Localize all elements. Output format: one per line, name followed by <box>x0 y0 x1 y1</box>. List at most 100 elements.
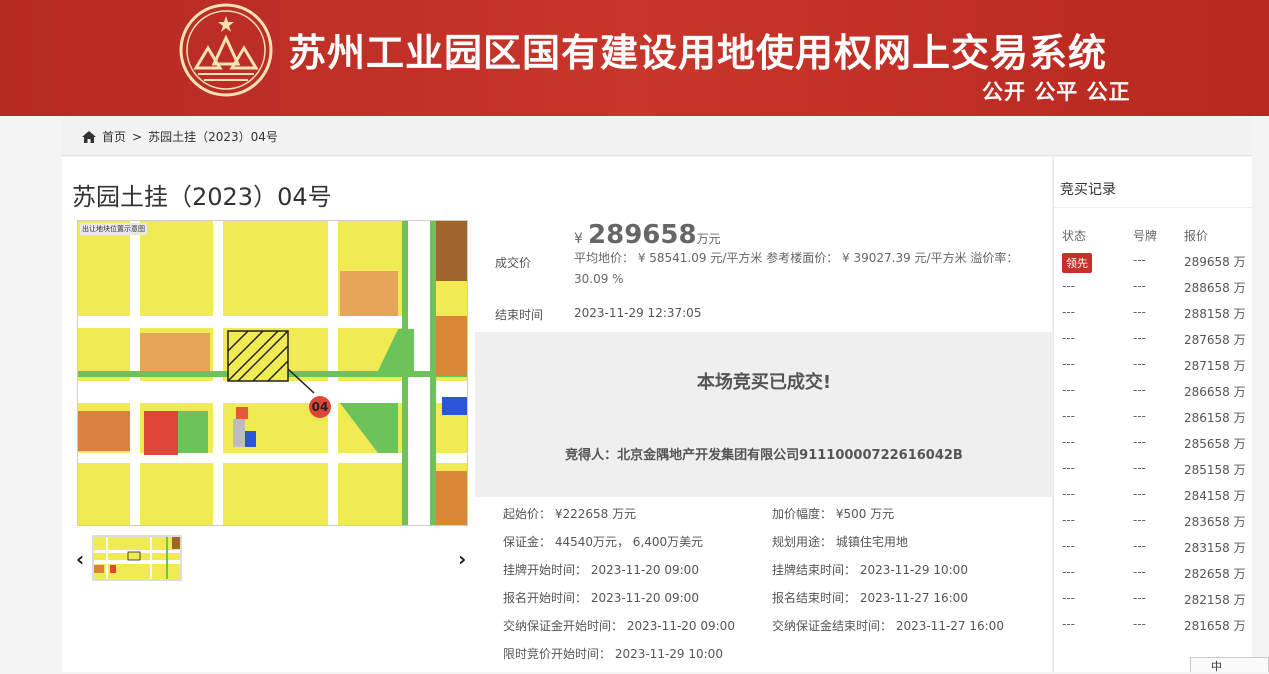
map-thumbnail[interactable] <box>92 535 182 581</box>
price-value: 289658 <box>588 220 697 250</box>
table-row: --- --- 285658 万 <box>1054 429 1253 455</box>
lot-detail-panel: 苏园土挂（2023）04号 04 出让地块位置示意图 ‹ › 成交价 ¥ 289… <box>62 157 1053 672</box>
ime-indicator[interactable]: 中 <box>1190 657 1269 673</box>
table-row: --- --- 287658 万 <box>1054 325 1253 351</box>
row-plate: --- <box>1133 513 1146 527</box>
timed-bidding-start-time: 限时竞价开始时间： 2023-11-29 10:00 <box>503 647 723 661</box>
table-row: --- --- 287158 万 <box>1054 351 1253 377</box>
row-status: --- <box>1062 409 1075 423</box>
breadcrumb-home-link[interactable]: 首页 <box>102 128 126 145</box>
increment: 加价幅度： ¥500 万元 <box>772 507 895 521</box>
row-plate: --- <box>1133 617 1146 631</box>
row-price: 281658 万 <box>1184 619 1246 633</box>
home-icon[interactable] <box>82 130 96 143</box>
deposit-end-time: 交纳保证金结束时间： 2023-11-27 16:00 <box>772 619 1004 633</box>
breadcrumb: 首页 > 苏园土挂（2023）04号 <box>82 128 278 145</box>
row-plate: --- <box>1133 357 1146 371</box>
row-plate: --- <box>1133 461 1146 475</box>
row-price: 286658 万 <box>1184 385 1246 399</box>
row-status: --- <box>1062 357 1075 371</box>
row-price: 289658 万 <box>1184 255 1246 269</box>
row-plate: --- <box>1133 383 1146 397</box>
breadcrumb-current: 苏园土挂（2023）04号 <box>148 130 278 144</box>
row-status: --- <box>1062 591 1075 605</box>
row-status: --- <box>1062 331 1075 345</box>
listing-start-time: 挂牌开始时间： 2023-11-20 09:00 <box>503 563 699 577</box>
next-image-button[interactable]: › <box>458 547 466 571</box>
table-row: --- --- 284158 万 <box>1054 481 1253 507</box>
row-status: --- <box>1062 383 1075 397</box>
row-status: --- <box>1062 513 1075 527</box>
breadcrumb-separator: > <box>132 129 143 144</box>
row-price: 285158 万 <box>1184 463 1246 477</box>
row-plate: --- <box>1133 409 1146 423</box>
divider <box>1054 207 1253 208</box>
registration-end-time: 报名结束时间： 2023-11-27 16:00 <box>772 591 968 605</box>
table-row: --- --- 283158 万 <box>1054 533 1253 559</box>
row-status: --- <box>1062 461 1075 475</box>
deal-price: ¥ 289658万元 <box>574 220 721 250</box>
start-price: 起始价： ¥222658 万元 <box>503 507 637 521</box>
price-stats: 平均地价： ¥ 58541.09 元/平方米 参考楼面价： ¥ 39027.39… <box>574 251 1019 286</box>
row-price: 283658 万 <box>1184 515 1246 529</box>
row-price: 282658 万 <box>1184 567 1246 581</box>
end-time-label: 结束时间 <box>495 308 544 322</box>
deposit: 保证金： 44540万元， 6,400万美元 <box>503 535 704 549</box>
row-plate: --- <box>1133 591 1146 605</box>
deal-done-title: 本场竞买已成交! <box>696 372 832 393</box>
price-unit: 万元 <box>696 232 721 246</box>
row-price: 288658 万 <box>1184 281 1246 295</box>
location-map-image[interactable]: 04 出让地块位置示意图 <box>77 220 468 526</box>
map-drawing: 04 <box>78 221 467 525</box>
thumbnail-drawing <box>94 537 180 579</box>
winner-text: 竞得人：北京金隅地产开发集团有限公司91110000722616042B <box>565 448 963 463</box>
header-price: 报价 <box>1184 229 1209 243</box>
planned-usage: 规划用途： 城镇住宅用地 <box>772 535 908 549</box>
end-time-value: 2023-11-29 12:37:05 <box>574 306 702 320</box>
row-plate: --- <box>1133 279 1146 293</box>
table-row: --- --- 288658 万 <box>1054 273 1253 299</box>
row-price: 287158 万 <box>1184 359 1246 373</box>
row-status: --- <box>1062 305 1075 319</box>
deal-done-box: 本场竞买已成交! 竞得人：北京金隅地产开发集团有限公司9111000072261… <box>475 332 1053 497</box>
breadcrumb-bar: 首页 > 苏园土挂（2023）04号 <box>62 116 1252 156</box>
deal-price-label: 成交价 <box>495 256 532 270</box>
table-row: --- --- 282158 万 <box>1054 585 1253 611</box>
price-currency: ¥ <box>574 231 583 247</box>
page-title: 苏园土挂（2023）04号 <box>72 183 332 211</box>
bid-records-panel: 竞买记录 状态 号牌 报价 领先 --- 289658 万 --- --- 288658 … <box>1053 157 1253 672</box>
row-price: 288158 万 <box>1184 307 1246 321</box>
row-price: 286158 万 <box>1184 411 1246 425</box>
bid-records-title: 竞买记录 <box>1060 182 1116 198</box>
row-plate: --- <box>1133 487 1146 501</box>
row-plate: --- <box>1133 435 1146 449</box>
emblem-logo-icon <box>179 3 273 97</box>
table-row: --- --- 281658 万 <box>1054 611 1253 637</box>
row-status: --- <box>1062 279 1075 293</box>
site-slogan: 公开 公平 公正 <box>982 80 1131 104</box>
table-row: --- --- 286158 万 <box>1054 403 1253 429</box>
header-status: 状态 <box>1062 229 1087 243</box>
site-banner: 苏州工业园区国有建设用地使用权网上交易系统 公开 公平 公正 <box>0 0 1269 116</box>
table-row: --- --- 288158 万 <box>1054 299 1253 325</box>
row-status: --- <box>1062 565 1075 579</box>
table-row: 领先 --- 289658 万 <box>1054 247 1253 273</box>
map-caption: 出让地块位置示意图 <box>80 223 147 235</box>
row-price: 287658 万 <box>1184 333 1246 347</box>
table-row: --- --- 283658 万 <box>1054 507 1253 533</box>
bid-records-header: 状态 号牌 报价 <box>1054 221 1253 247</box>
lead-badge: 领先 <box>1062 253 1092 273</box>
listing-end-time: 挂牌结束时间： 2023-11-29 10:00 <box>772 563 968 577</box>
row-price: 283158 万 <box>1184 541 1246 555</box>
site-title: 苏州工业园区国有建设用地使用权网上交易系统 <box>288 31 1108 75</box>
row-status: --- <box>1062 617 1075 631</box>
row-status: --- <box>1062 487 1075 501</box>
table-row: --- --- 286658 万 <box>1054 377 1253 403</box>
map-plot-number: 04 <box>312 400 329 414</box>
row-price: 282158 万 <box>1184 593 1246 607</box>
row-plate: --- <box>1133 565 1146 579</box>
header-plate: 号牌 <box>1133 229 1158 243</box>
row-price: 285658 万 <box>1184 437 1246 451</box>
prev-image-button[interactable]: ‹ <box>76 547 84 571</box>
row-plate: --- <box>1133 331 1146 345</box>
